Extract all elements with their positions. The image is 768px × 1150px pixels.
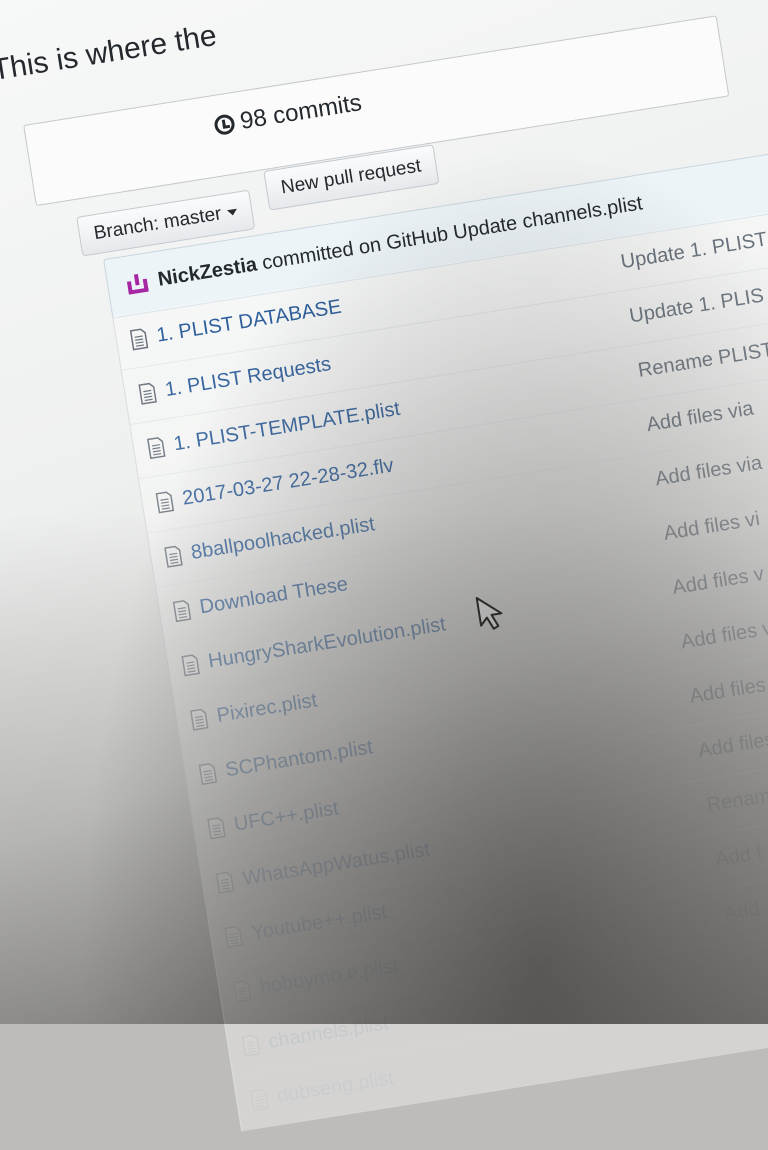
- file-commit-message-link[interactable]: Add: [723, 898, 762, 926]
- file-commit-message-link[interactable]: Add f: [714, 842, 764, 872]
- file-commit-message-link[interactable]: Add files: [697, 728, 768, 763]
- file-list: 1. PLIST DATABASE Update 1. PLIST 1. PLIST…: [112, 197, 768, 1132]
- file-icon: [147, 436, 166, 460]
- file-icon: [215, 871, 235, 894]
- file-icon: [138, 382, 157, 405]
- file-commit-message-link[interactable]: Add files vi: [662, 508, 761, 546]
- file-commit-message-link[interactable]: Update 1. PLIST: [619, 228, 768, 274]
- mouse-pointer-icon: [475, 596, 503, 630]
- file-name-link[interactable]: SCPhantom.plist: [224, 736, 375, 782]
- file-commit-message-link[interactable]: Add files via: [645, 398, 755, 438]
- file-commit-message-link[interactable]: Rename PLIST: [636, 339, 768, 383]
- file-icon: [233, 979, 252, 1003]
- file-icon: [207, 816, 226, 840]
- file-commit-message-link[interactable]: Add files v: [671, 563, 766, 600]
- file-commit-message-link[interactable]: Add files: [688, 674, 767, 709]
- file-commit-message-link[interactable]: Update 1. PLIS: [628, 285, 766, 329]
- file-icon: [181, 653, 200, 677]
- avatar-icon[interactable]: [123, 269, 153, 299]
- file-commit-message-link[interactable]: Add files v: [679, 617, 768, 654]
- history-icon: [213, 113, 236, 137]
- file-icon: [172, 599, 192, 623]
- file-icon: [129, 328, 149, 351]
- file-name-link[interactable]: Download These: [198, 573, 349, 619]
- file-commit-message-link[interactable]: Rename: [705, 783, 768, 818]
- file-icon: [190, 708, 209, 731]
- file-icon: [164, 545, 183, 568]
- file-commit-message-link[interactable]: Add files via: [654, 452, 764, 492]
- file-name-link[interactable]: UFC++.plist: [232, 797, 340, 836]
- branch-label: Branch: master: [92, 203, 223, 245]
- file-name-link[interactable]: bobbymo.e.plist: [258, 955, 400, 1000]
- file-name-link[interactable]: 1. PLIST Requests: [164, 353, 333, 402]
- file-icon: [198, 762, 218, 786]
- repo-page: This is where the 98 commits Branch: mas…: [0, 0, 768, 1132]
- file-name-link[interactable]: channels.plist: [267, 1012, 390, 1054]
- repo-description: This is where the: [0, 19, 219, 88]
- file-icon: [224, 925, 243, 949]
- commits-link[interactable]: 98 commits: [212, 89, 364, 140]
- file-icon: [250, 1088, 269, 1111]
- commit-author[interactable]: NickZestia: [156, 253, 258, 290]
- file-name-link[interactable]: Pixirec.plist: [215, 689, 318, 728]
- chevron-down-icon: [226, 208, 238, 217]
- file-name-link[interactable]: Youtube++.plist: [250, 901, 389, 945]
- file-icon: [155, 490, 175, 514]
- file-name-link[interactable]: dubseng.plist: [275, 1067, 395, 1108]
- file-icon: [241, 1034, 261, 1057]
- commits-count: 98 commits: [238, 89, 364, 135]
